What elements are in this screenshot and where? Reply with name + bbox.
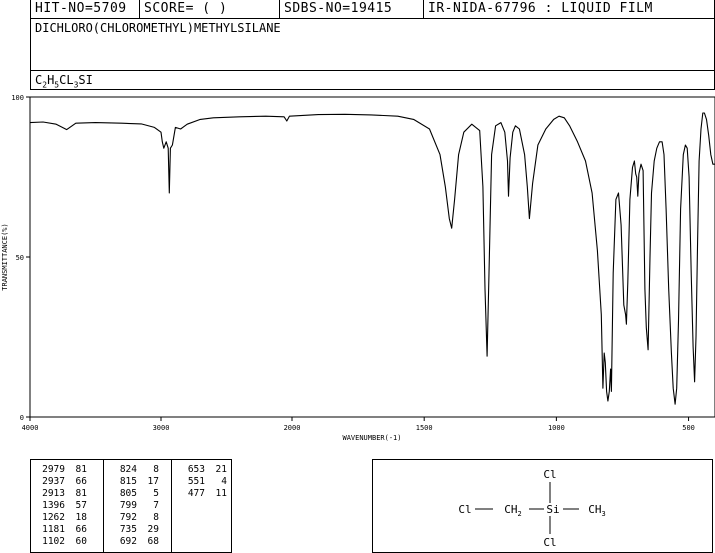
peak-wavenumber: 653 — [187, 464, 205, 475]
peak-table: 2979 81 2937 66 2913 81 1396 57 1262 18 1181 66 1102… — [30, 459, 232, 553]
peak-transmittance: 60 — [75, 536, 87, 547]
ir-spectrum-chart: 4000 3000 2000 1500 1000 500 100500 WAVENUMBE… — [1, 94, 715, 442]
transmittance-line — [29, 112, 715, 405]
chlorine-left: Cl — [458, 503, 471, 516]
x-axis: 4000 3000 2000 1500 1000 500 — [22, 417, 695, 432]
peak-wavenumber: 799 — [119, 500, 137, 511]
peak-wavenumber: 1181 — [42, 524, 65, 535]
x-axis-label: WAVENUMBER(-1) — [342, 434, 401, 442]
peak-row: 805 5 — [105, 488, 159, 500]
peak-column: 2979 81 2937 66 2913 81 1396 57 1262 18 1181 66 1102… — [33, 464, 87, 548]
peak-transmittance: 17 — [147, 476, 159, 487]
x-tick-label: 2000 — [284, 424, 301, 432]
x-tick-label: 4000 — [22, 424, 39, 432]
peak-wavenumber: 2913 — [42, 488, 65, 499]
peak-row: 1181 66 — [33, 524, 87, 536]
peak-transmittance: 68 — [147, 536, 159, 547]
peak-row: 653 21 — [173, 464, 227, 476]
methylene-group: CH2 — [504, 503, 521, 518]
methyl-sub: 3 — [602, 510, 606, 518]
peak-transmittance: 8 — [153, 464, 159, 475]
peak-row: 2979 81 — [33, 464, 87, 476]
peak-wavenumber: 1102 — [42, 536, 65, 547]
peak-transmittance: 81 — [75, 488, 87, 499]
peak-row: 2913 81 — [33, 488, 87, 500]
peak-row: 477 11 — [173, 488, 227, 500]
peak-row: 735 29 — [105, 524, 159, 536]
peak-row: 2937 66 — [33, 476, 87, 488]
y-tick-label: 100 — [11, 94, 24, 102]
peak-wavenumber: 1262 — [42, 512, 65, 523]
peak-transmittance: 29 — [147, 524, 159, 535]
peak-transmittance: 66 — [75, 476, 87, 487]
column-divider — [171, 460, 172, 552]
molecule-structure: Cl Cl CH2 Si CH3 Cl — [458, 468, 605, 549]
peak-row: 799 7 — [105, 500, 159, 512]
peak-transmittance: 66 — [75, 524, 87, 535]
x-tick-label: 3000 — [153, 424, 170, 432]
peak-transmittance: 7 — [153, 500, 159, 511]
peak-row: 815 17 — [105, 476, 159, 488]
silicon: Si — [546, 503, 559, 516]
y-axis: 100 50 0 — [11, 94, 30, 422]
peak-row: 1262 18 — [33, 512, 87, 524]
y-tick-label: 0 — [20, 414, 24, 422]
peak-transmittance: 57 — [75, 500, 87, 511]
methyl-group: CH3 — [588, 503, 605, 518]
peak-wavenumber: 2937 — [42, 476, 65, 487]
methylene-sub: 2 — [518, 510, 522, 518]
peak-column: 824 8 815 17 805 5 799 7 792 8 735 29 692 68 — [105, 464, 159, 548]
peak-transmittance: 8 — [153, 512, 159, 523]
chlorine-bottom: Cl — [543, 536, 556, 549]
peak-wavenumber: 551 — [187, 476, 205, 487]
column-divider — [103, 460, 104, 552]
peak-row: 1102 60 — [33, 536, 87, 548]
peak-wavenumber: 805 — [119, 488, 137, 499]
x-tick-label: 1500 — [416, 424, 433, 432]
structure-box: Cl Cl CH2 Si CH3 Cl — [372, 459, 713, 553]
peak-wavenumber: 477 — [187, 488, 205, 499]
peak-row: 692 68 — [105, 536, 159, 548]
peak-row: 792 8 — [105, 512, 159, 524]
chlorine-top: Cl — [543, 468, 556, 481]
peak-transmittance: 5 — [153, 488, 159, 499]
peak-column: 653 21 551 4 477 11 — [173, 464, 227, 500]
peak-transmittance: 81 — [75, 464, 87, 475]
peak-transmittance: 21 — [215, 464, 227, 475]
peak-wavenumber: 815 — [119, 476, 137, 487]
peak-transmittance: 4 — [221, 476, 227, 487]
methyl-text: CH — [588, 503, 601, 516]
peak-wavenumber: 735 — [119, 524, 137, 535]
peak-transmittance: 18 — [75, 512, 87, 523]
x-tick-label: 1000 — [548, 424, 565, 432]
y-axis-label: TRANSMITTANCE(%) — [1, 223, 9, 290]
peak-wavenumber: 824 — [119, 464, 137, 475]
peak-wavenumber: 692 — [119, 536, 137, 547]
peak-row: 1396 57 — [33, 500, 87, 512]
methylene-text: CH — [504, 503, 517, 516]
y-tick-label: 50 — [16, 254, 24, 262]
peak-row: 551 4 — [173, 476, 227, 488]
x-tick-label: 500 — [682, 424, 695, 432]
peak-row: 824 8 — [105, 464, 159, 476]
peak-wavenumber: 1396 — [42, 500, 65, 511]
peak-wavenumber: 2979 — [42, 464, 65, 475]
peak-wavenumber: 792 — [119, 512, 137, 523]
peak-transmittance: 11 — [215, 488, 227, 499]
